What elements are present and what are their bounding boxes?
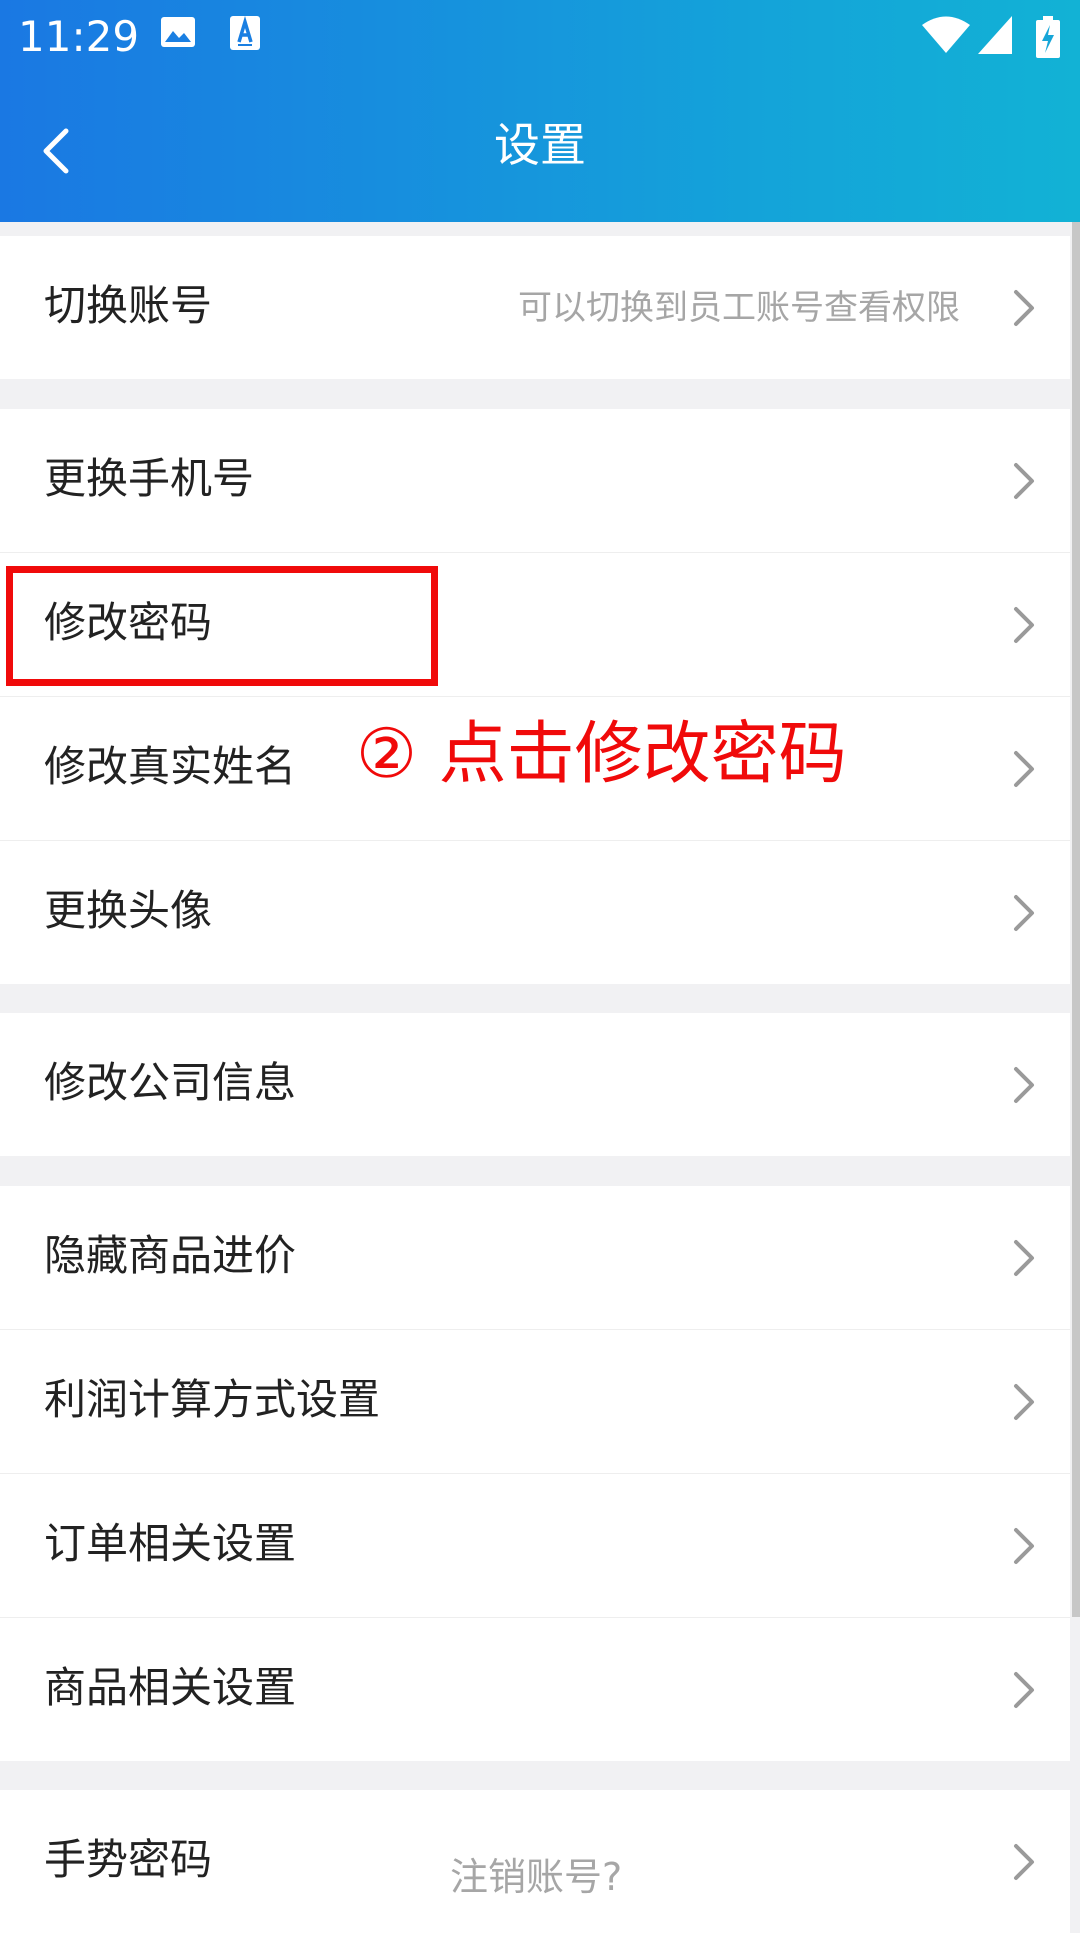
chevron-right-icon xyxy=(1014,607,1034,643)
chevron-right-icon xyxy=(1014,1528,1034,1564)
app-header: 11:29 设置 xyxy=(0,0,1080,222)
row-label: 更换头像 xyxy=(44,886,213,935)
chevron-right-icon xyxy=(1014,290,1034,326)
row-label: 修改真实姓名 xyxy=(44,742,297,791)
settings-row-change-phone[interactable]: 更换手机号 xyxy=(0,409,1070,553)
chevron-right-icon xyxy=(1014,895,1034,931)
row-label: 商品相关设置 xyxy=(44,1663,297,1712)
settings-row-profit-calculation[interactable]: 利润计算方式设置 xyxy=(0,1330,1070,1474)
settings-group-business: 隐藏商品进价 利润计算方式设置 订单相关设置 商品相关设置 xyxy=(0,1186,1070,1761)
settings-row-change-avatar[interactable]: 更换头像 xyxy=(0,841,1070,984)
row-label: 手势密码 xyxy=(44,1835,213,1884)
tutorial-annotation: ② 点击修改密码 xyxy=(356,715,847,794)
cancel-account-link[interactable]: 注销账号? xyxy=(450,1854,622,1900)
row-label: 更换手机号 xyxy=(44,454,255,503)
chevron-right-icon xyxy=(1014,1844,1034,1880)
row-hint: 可以切换到员工账号查看权限 xyxy=(518,288,960,328)
row-label: 订单相关设置 xyxy=(44,1519,297,1568)
settings-row-hide-cost-price[interactable]: 隐藏商品进价 xyxy=(0,1186,1070,1330)
chevron-right-icon xyxy=(1014,1672,1034,1708)
row-label: 修改公司信息 xyxy=(44,1058,297,1107)
chevron-right-icon xyxy=(1014,1240,1034,1276)
cell-signal-icon xyxy=(978,16,1012,54)
scrollbar-thumb[interactable] xyxy=(1072,222,1080,1617)
font-download-icon xyxy=(230,16,260,50)
wifi-icon xyxy=(922,16,970,53)
chevron-right-icon xyxy=(1014,1384,1034,1420)
settings-row-order-settings[interactable]: 订单相关设置 xyxy=(0,1474,1070,1618)
settings-row-product-settings[interactable]: 商品相关设置 xyxy=(0,1618,1070,1761)
settings-row-company-info[interactable]: 修改公司信息 xyxy=(0,1013,1070,1156)
settings-row-switch-account[interactable]: 切换账号 可以切换到员工账号查看权限 xyxy=(0,236,1070,379)
status-bar: 11:29 xyxy=(0,0,1080,80)
tutorial-highlight-box xyxy=(6,566,438,686)
chevron-right-icon xyxy=(1014,751,1034,787)
nav-bar: 设置 xyxy=(0,96,1080,196)
chevron-right-icon xyxy=(1014,1067,1034,1103)
settings-group-profile: 更换手机号 修改密码 修改真实姓名 更换头像 xyxy=(0,409,1070,984)
image-icon xyxy=(161,17,195,47)
settings-group-account: 切换账号 可以切换到员工账号查看权限 xyxy=(0,236,1070,379)
row-label: 切换账号 xyxy=(44,281,213,330)
status-time: 11:29 xyxy=(18,12,140,61)
page-title: 设置 xyxy=(494,118,586,172)
battery-charging-icon xyxy=(1036,16,1060,58)
row-label: 利润计算方式设置 xyxy=(44,1375,381,1424)
chevron-right-icon xyxy=(1014,463,1034,499)
settings-group-company: 修改公司信息 xyxy=(0,1013,1070,1156)
row-label: 隐藏商品进价 xyxy=(44,1231,297,1280)
